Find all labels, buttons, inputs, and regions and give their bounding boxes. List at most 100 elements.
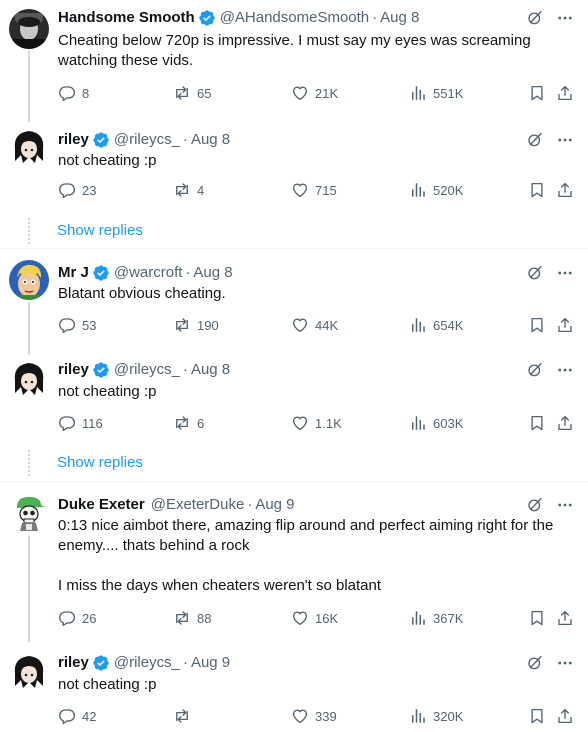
- retweet-count: 190: [197, 317, 219, 333]
- grok-icon[interactable]: [526, 9, 544, 27]
- author-handle[interactable]: @rileycs_: [114, 360, 180, 380]
- reply-button[interactable]: 116: [58, 414, 103, 432]
- bookmark-button[interactable]: [528, 609, 546, 627]
- views-icon: [409, 84, 427, 102]
- share-button[interactable]: [556, 316, 574, 334]
- bookmark-button[interactable]: [528, 414, 546, 432]
- retweet-button[interactable]: 190: [173, 316, 219, 334]
- views-button[interactable]: 520K: [409, 181, 463, 199]
- tweet-date[interactable]: Aug 8: [191, 130, 230, 150]
- views-button[interactable]: 320K: [409, 707, 463, 725]
- like-button[interactable]: 1.1K: [291, 414, 342, 432]
- bookmark-button[interactable]: [528, 181, 546, 199]
- bookmark-button[interactable]: [528, 316, 546, 334]
- riley-avatar[interactable]: [9, 359, 49, 399]
- grok-icon[interactable]: [526, 361, 544, 379]
- tweet-riley-reply-3[interactable]: riley @rileycs_ · Aug 9 not cheating :p …: [0, 642, 588, 732]
- separator-dot: ·: [182, 654, 188, 671]
- more-options-icon[interactable]: [556, 654, 574, 672]
- reply-button[interactable]: 42: [58, 707, 96, 725]
- bookmark-button[interactable]: [528, 84, 546, 102]
- views-button[interactable]: 551K: [409, 84, 463, 102]
- tweet-mr-j[interactable]: Mr J @warcroft · Aug 8 Blatant obvious c…: [0, 255, 588, 355]
- share-button[interactable]: [556, 414, 574, 432]
- tweet-duke-exeter[interactable]: Duke Exeter @ExeterDuke · Aug 9 0:13 nic…: [0, 488, 588, 642]
- view-count: 367K: [433, 610, 464, 626]
- retweet-count: 6: [197, 415, 205, 431]
- author-handle[interactable]: @rileycs_: [114, 130, 180, 150]
- tweet-header: Duke Exeter @ExeterDuke · Aug 9: [58, 495, 295, 515]
- tweet-text: not cheating :p: [58, 152, 157, 169]
- divider: [0, 248, 588, 249]
- tweet-handsome-smooth[interactable]: Handsome Smooth @AHandsomeSmooth · Aug 8…: [0, 0, 588, 122]
- grok-icon[interactable]: [526, 654, 544, 672]
- author-handle[interactable]: @ExeterDuke: [151, 495, 245, 515]
- share-button[interactable]: [556, 181, 574, 199]
- tweet-date[interactable]: Aug 9: [255, 495, 294, 515]
- tweet-date[interactable]: Aug 8: [380, 8, 419, 28]
- tweet-date[interactable]: Aug 8: [191, 360, 230, 380]
- handsome-smooth-avatar[interactable]: [9, 9, 49, 49]
- views-button[interactable]: 367K: [409, 609, 463, 627]
- author-name[interactable]: Mr J: [58, 263, 89, 283]
- retweet-button[interactable]: 6: [173, 414, 204, 432]
- tweet-actions: 42 339 320K: [58, 707, 578, 727]
- heart-icon: [291, 609, 309, 627]
- like-button[interactable]: 16K: [291, 609, 338, 627]
- grok-icon[interactable]: [526, 496, 544, 514]
- more-options-icon[interactable]: [556, 361, 574, 379]
- duke-exeter-avatar[interactable]: [9, 493, 49, 533]
- reply-button[interactable]: 23: [58, 181, 96, 199]
- show-replies-link[interactable]: Show replies: [57, 222, 143, 239]
- mr-j-avatar[interactable]: [9, 260, 49, 300]
- tweet-text: 0:13 nice aimbot there, amazing flip aro…: [58, 517, 554, 594]
- retweet-button[interactable]: 65: [173, 84, 211, 102]
- show-replies-link[interactable]: Show replies: [57, 454, 143, 471]
- author-handle[interactable]: @AHandsomeSmooth: [220, 8, 369, 28]
- reply-button[interactable]: 53: [58, 316, 96, 334]
- share-button[interactable]: [556, 707, 574, 725]
- views-button[interactable]: 603K: [409, 414, 463, 432]
- verified-badge-icon: [198, 9, 216, 27]
- grok-icon[interactable]: [526, 264, 544, 282]
- thread-dotted-line: [28, 218, 30, 244]
- author-name[interactable]: Handsome Smooth: [58, 8, 195, 28]
- tweet-date[interactable]: Aug 8: [193, 263, 232, 283]
- share-button[interactable]: [556, 609, 574, 627]
- retweet-button[interactable]: 4: [173, 181, 204, 199]
- riley-avatar[interactable]: [9, 652, 49, 692]
- reply-button[interactable]: 8: [58, 84, 89, 102]
- like-button[interactable]: 44K: [291, 316, 338, 334]
- retweet-button[interactable]: 88: [173, 609, 211, 627]
- more-options-icon[interactable]: [556, 264, 574, 282]
- more-options-icon[interactable]: [556, 131, 574, 149]
- grok-icon[interactable]: [526, 131, 544, 149]
- author-name[interactable]: riley: [58, 360, 89, 380]
- more-options-icon[interactable]: [556, 9, 574, 27]
- reply-button[interactable]: 26: [58, 609, 96, 627]
- more-options-icon[interactable]: [556, 496, 574, 514]
- thread-line: [28, 50, 30, 122]
- author-name[interactable]: Duke Exeter: [58, 495, 145, 515]
- author-handle[interactable]: @warcroft: [114, 263, 183, 283]
- heart-icon: [291, 181, 309, 199]
- retweet-icon: [173, 84, 191, 102]
- tweet-actions: 53 190 44K 654K: [58, 316, 578, 336]
- share-button[interactable]: [556, 84, 574, 102]
- author-name[interactable]: riley: [58, 130, 89, 150]
- reply-count: 23: [82, 182, 97, 198]
- author-handle[interactable]: @rileycs_: [114, 653, 180, 673]
- retweet-button[interactable]: [173, 707, 197, 725]
- bookmark-button[interactable]: [528, 707, 546, 725]
- riley-avatar[interactable]: [9, 127, 49, 167]
- tweet-date[interactable]: Aug 9: [191, 653, 230, 673]
- like-button[interactable]: 339: [291, 707, 337, 725]
- like-button[interactable]: 21K: [291, 84, 338, 102]
- like-button[interactable]: 715: [291, 181, 337, 199]
- like-count: 44K: [315, 317, 339, 333]
- tweet-text: Blatant obvious cheating.: [58, 285, 226, 302]
- views-button[interactable]: 654K: [409, 316, 463, 334]
- tweet-riley-reply-2[interactable]: riley @rileycs_ · Aug 8 not cheating :p …: [0, 355, 588, 445]
- tweet-riley-reply-1[interactable]: riley @rileycs_ · Aug 8 not cheating :p …: [0, 122, 588, 212]
- author-name[interactable]: riley: [58, 653, 89, 673]
